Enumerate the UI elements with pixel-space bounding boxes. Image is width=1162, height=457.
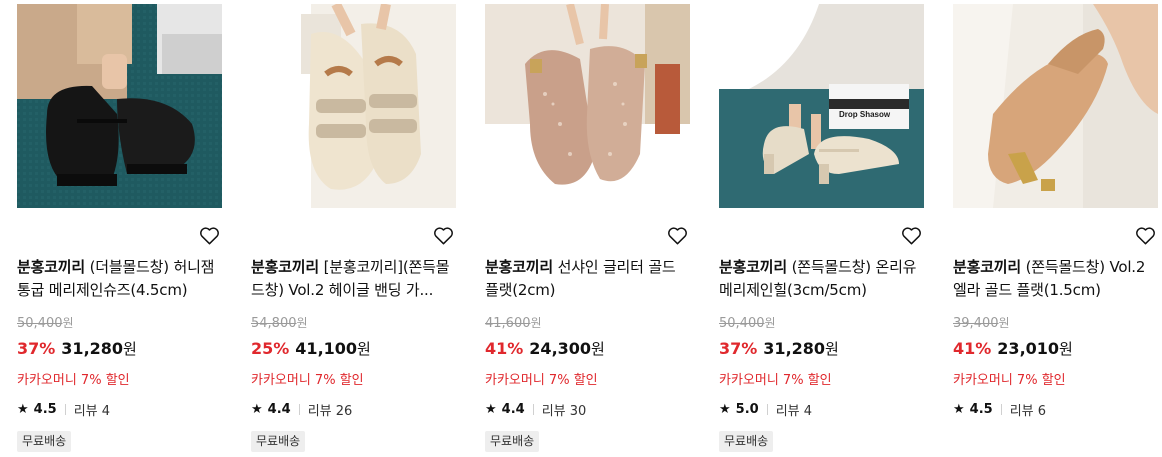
product-image[interactable]: Drop Shasow xyxy=(719,4,924,208)
star-icon: ★ xyxy=(251,402,263,417)
original-price: 54,800원 xyxy=(251,316,308,331)
product-image[interactable] xyxy=(485,4,690,208)
heart-icon[interactable] xyxy=(1135,226,1156,245)
review-count: 리뷰 4 xyxy=(775,404,813,419)
free-shipping-badge: 무료배송 xyxy=(17,431,72,452)
brand-name: 분홍코끼리 xyxy=(953,258,1022,276)
original-price: 50,400원 xyxy=(719,316,776,331)
divider xyxy=(532,404,534,415)
sale-price-row: 37% 31,280원 xyxy=(17,339,137,358)
rating-row: ★ 5.0 리뷰 4 xyxy=(719,400,812,419)
free-shipping-badge: 무료배송 xyxy=(719,431,774,452)
sale-price: 41,100 xyxy=(295,339,358,358)
rating-score: 4.5 xyxy=(33,402,57,417)
star-icon: ★ xyxy=(17,402,29,417)
promo-text: 카카오머니 7% 할인 xyxy=(485,373,598,388)
product-image[interactable] xyxy=(953,4,1158,208)
divider xyxy=(298,404,300,415)
heart-icon[interactable] xyxy=(433,226,454,245)
rating-row: ★ 4.4 리뷰 30 xyxy=(485,400,586,419)
rating-row: ★ 4.5 리뷰 4 xyxy=(17,400,110,419)
free-shipping-badge: 무료배송 xyxy=(485,431,540,452)
discount-rate: 41% xyxy=(485,339,524,358)
discount-rate: 37% xyxy=(719,339,758,358)
rating-score: 5.0 xyxy=(735,402,759,417)
product-title[interactable]: 분홍코끼리 (쫀득몰드창) 온리유 메리제인힐(3cm/5cm) xyxy=(719,256,924,302)
brand-name: 분홍코끼리 xyxy=(17,258,86,276)
discount-rate: 37% xyxy=(17,339,56,358)
heart-icon[interactable] xyxy=(667,226,688,245)
product-image[interactable] xyxy=(251,4,456,208)
original-price: 41,600원 xyxy=(485,316,542,331)
sale-price: 23,010 xyxy=(997,339,1060,358)
product-title[interactable]: 분홍코끼리 (더블몰드창) 허니잼 통굽 메리제인슈즈(4.5cm) xyxy=(17,256,222,302)
divider xyxy=(766,404,768,415)
sale-price: 31,280 xyxy=(763,339,826,358)
star-icon: ★ xyxy=(719,402,731,417)
promo-text: 카카오머니 7% 할인 xyxy=(251,373,364,388)
promo-text: 카카오머니 7% 할인 xyxy=(17,373,130,388)
product-title[interactable]: 분홍코끼리 [분홍코끼리](쫀득몰드창) Vol.2 헤이글 밴딩 가... xyxy=(251,256,456,302)
rating-row: ★ 4.4 리뷰 26 xyxy=(251,400,352,419)
sale-price: 24,300 xyxy=(529,339,592,358)
rating-score: 4.5 xyxy=(969,402,993,417)
star-icon: ★ xyxy=(485,402,497,417)
product-card[interactable]: Drop Shasow 분홍코끼리 (쫀득몰드창) 온리유 메리제인힐(3cm/… xyxy=(719,0,924,457)
product-card[interactable]: 분홍코끼리 선샤인 글리터 골드 플랫(2cm) 41,600원 41% 24,3… xyxy=(485,0,690,457)
product-title[interactable]: 분홍코끼리 선샤인 글리터 골드 플랫(2cm) xyxy=(485,256,690,302)
divider xyxy=(64,404,66,415)
brand-name: 분홍코끼리 xyxy=(719,258,788,276)
sale-price: 31,280 xyxy=(61,339,124,358)
book-title-text: Drop Shasow xyxy=(839,110,891,119)
discount-rate: 41% xyxy=(953,339,992,358)
product-card[interactable]: 분홍코끼리 [분홍코끼리](쫀득몰드창) Vol.2 헤이글 밴딩 가... 5… xyxy=(251,0,456,457)
divider xyxy=(1000,404,1002,415)
brand-name: 분홍코끼리 xyxy=(485,258,554,276)
promo-text: 카카오머니 7% 할인 xyxy=(719,373,832,388)
review-count: 리뷰 4 xyxy=(73,404,111,419)
brand-name: 분홍코끼리 xyxy=(251,258,320,276)
product-card[interactable]: 분홍코끼리 (더블몰드창) 허니잼 통굽 메리제인슈즈(4.5cm) 50,40… xyxy=(17,0,222,457)
free-shipping-badge: 무료배송 xyxy=(251,431,306,452)
rating-score: 4.4 xyxy=(267,402,291,417)
product-title[interactable]: 분홍코끼리 (쫀득몰드창) Vol.2 엘라 골드 플랫(1.5cm) xyxy=(953,256,1158,302)
promo-text: 카카오머니 7% 할인 xyxy=(953,373,1066,388)
rating-row: ★ 4.5 리뷰 6 xyxy=(953,400,1046,419)
sale-price-row: 25% 41,100원 xyxy=(251,339,371,358)
heart-icon[interactable] xyxy=(901,226,922,245)
heart-icon[interactable] xyxy=(199,226,220,245)
sale-price-row: 41% 24,300원 xyxy=(485,339,605,358)
star-icon: ★ xyxy=(953,402,965,417)
original-price: 50,400원 xyxy=(17,316,74,331)
sale-price-row: 41% 23,010원 xyxy=(953,339,1073,358)
product-image[interactable] xyxy=(17,4,222,208)
product-card[interactable]: 분홍코끼리 (쫀득몰드창) Vol.2 엘라 골드 플랫(1.5cm) 39,4… xyxy=(953,0,1158,457)
review-count: 리뷰 26 xyxy=(307,404,353,419)
discount-rate: 25% xyxy=(251,339,290,358)
rating-score: 4.4 xyxy=(501,402,525,417)
review-count: 리뷰 6 xyxy=(1009,404,1047,419)
sale-price-row: 37% 31,280원 xyxy=(719,339,839,358)
original-price: 39,400원 xyxy=(953,316,1010,331)
product-grid: 분홍코끼리 (더블몰드창) 허니잼 통굽 메리제인슈즈(4.5cm) 50,40… xyxy=(0,0,1162,457)
review-count: 리뷰 30 xyxy=(541,404,587,419)
